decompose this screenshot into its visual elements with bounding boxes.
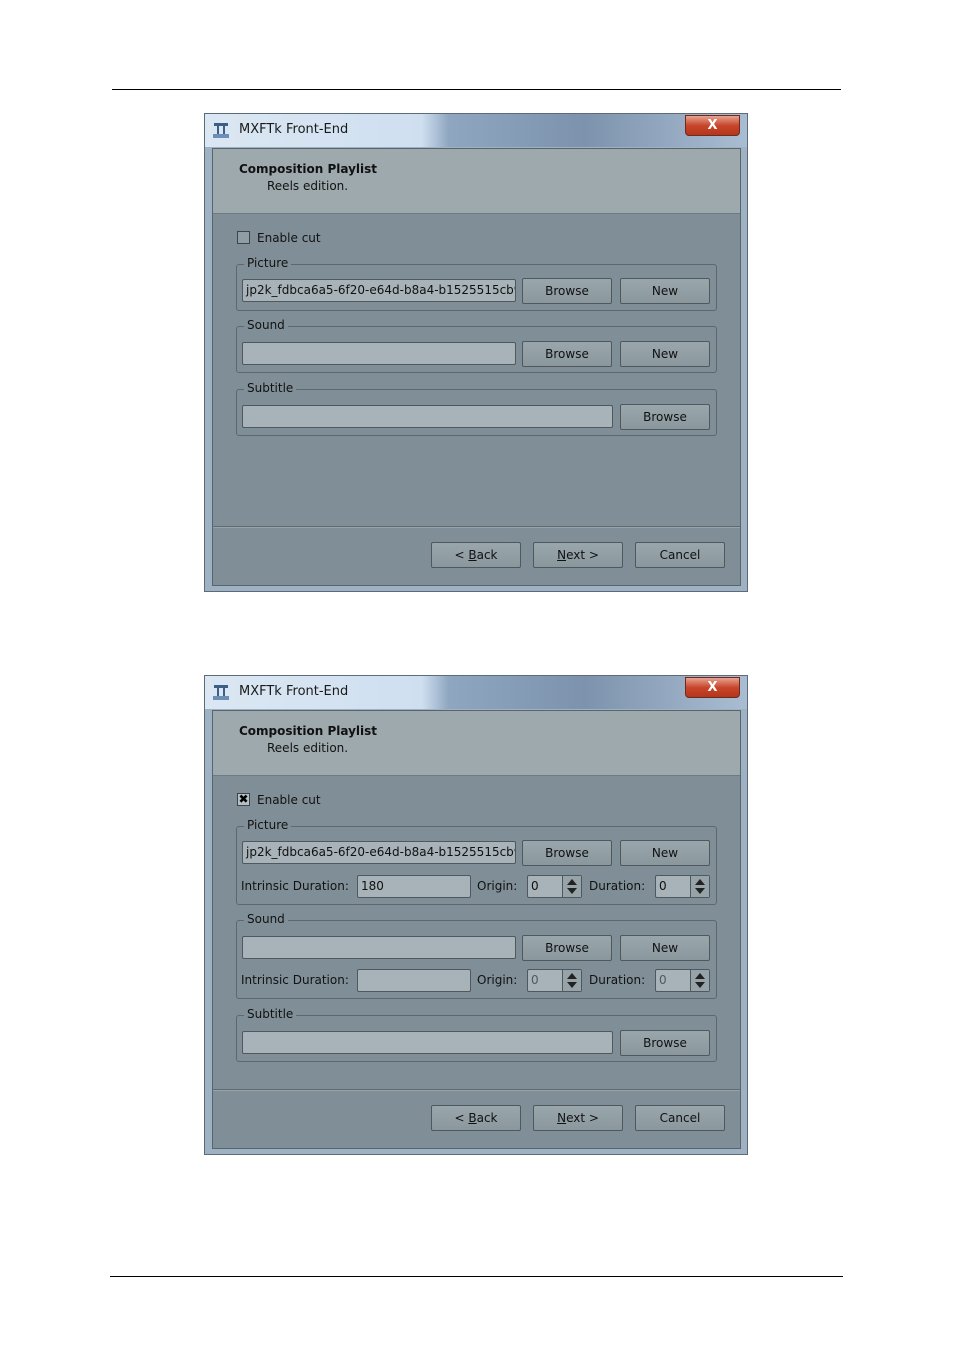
picture-file-input[interactable]: jp2k_fdbca6a5-6f20-e64d-b8a4-b1525515cb9 [242,841,516,864]
page-title: Composition Playlist [239,724,378,738]
spin-arrows-icon[interactable] [690,876,709,897]
spin-arrows-icon[interactable] [562,876,581,897]
footer-separator [213,526,740,528]
picture-duration-value: 0 [659,879,667,893]
title-bar[interactable]: MXFTk Front-End X [205,114,747,147]
wizard-client-area: Composition Playlist Reels edition. ✖ En… [212,710,741,1149]
picture-new-button[interactable]: New [620,840,710,866]
enable-cut-label: Enable cut [257,793,321,807]
cancel-button[interactable]: Cancel [635,542,725,568]
wizard-header: Composition Playlist Reels edition. [213,711,740,776]
sound-duration-label: Duration: [589,973,646,987]
window-title: MXFTk Front-End [239,122,349,137]
sound-file-input[interactable] [242,342,516,365]
enable-cut-checkbox[interactable]: ✖ [237,793,250,806]
top-rule [112,89,841,90]
sound-browse-button[interactable]: Browse [522,935,612,961]
page-subtitle: Reels edition. [267,179,349,193]
window-title: MXFTk Front-End [239,684,349,699]
picture-browse-button[interactable]: Browse [522,278,612,304]
picture-new-button[interactable]: New [620,278,710,304]
next-button[interactable]: Next > [533,1105,623,1131]
sound-file-input[interactable] [242,936,516,959]
sound-browse-button[interactable]: Browse [522,341,612,367]
sound-origin-value: 0 [531,973,539,987]
wizard-client-area: Composition Playlist Reels edition. Enab… [212,148,741,586]
spin-arrows-icon[interactable] [690,970,709,991]
app-icon [212,121,230,139]
dialog-window-1: MXFTk Front-End X Composition Playlist R… [204,113,748,592]
enable-cut-label: Enable cut [257,231,321,245]
enable-cut-checkbox[interactable] [237,231,250,244]
dialog-window-2: MXFTk Front-End X Composition Playlist R… [204,675,748,1155]
spin-arrows-icon[interactable] [562,970,581,991]
close-button[interactable]: X [685,115,740,136]
back-button[interactable]: < Back [431,542,521,568]
sound-duration-spinbox[interactable]: 0 [655,969,710,992]
subtitle-file-input[interactable] [242,1031,613,1054]
picture-file-input[interactable]: jp2k_fdbca6a5-6f20-e64d-b8a4-b1525515cb9 [242,279,516,302]
subtitle-browse-button[interactable]: Browse [620,404,710,430]
page-title: Composition Playlist [239,162,378,176]
subtitle-group-label: Subtitle [244,1007,297,1021]
picture-origin-spinbox[interactable]: 0 [527,875,582,898]
wizard-header: Composition Playlist Reels edition. [213,149,740,214]
back-button[interactable]: < Back [431,1105,521,1131]
footer-separator [213,1089,740,1091]
subtitle-group-label: Subtitle [244,381,297,395]
app-icon [212,683,230,701]
subtitle-browse-button[interactable]: Browse [620,1030,710,1056]
sound-intrinsic-duration-input[interactable] [357,969,471,992]
picture-browse-button[interactable]: Browse [522,840,612,866]
picture-group-label: Picture [244,818,292,832]
sound-origin-spinbox[interactable]: 0 [527,969,582,992]
sound-duration-value: 0 [659,973,667,987]
picture-origin-value: 0 [531,879,539,893]
picture-intrinsic-duration-label: Intrinsic Duration: [241,879,349,893]
picture-intrinsic-duration-input[interactable]: 180 [357,875,471,898]
sound-group-label: Sound [244,318,288,332]
sound-new-button[interactable]: New [620,341,710,367]
sound-new-button[interactable]: New [620,935,710,961]
next-button[interactable]: Next > [533,542,623,568]
sound-group-label: Sound [244,912,288,926]
close-button[interactable]: X [685,677,740,698]
picture-origin-label: Origin: [477,879,518,893]
sound-origin-label: Origin: [477,973,518,987]
page-subtitle: Reels edition. [267,741,349,755]
subtitle-file-input[interactable] [242,405,613,428]
picture-duration-label: Duration: [589,879,646,893]
bottom-rule [110,1276,843,1277]
title-bar[interactable]: MXFTk Front-End X [205,676,747,709]
picture-group-label: Picture [244,256,292,270]
sound-intrinsic-duration-label: Intrinsic Duration: [241,973,349,987]
picture-duration-spinbox[interactable]: 0 [655,875,710,898]
cancel-button[interactable]: Cancel [635,1105,725,1131]
